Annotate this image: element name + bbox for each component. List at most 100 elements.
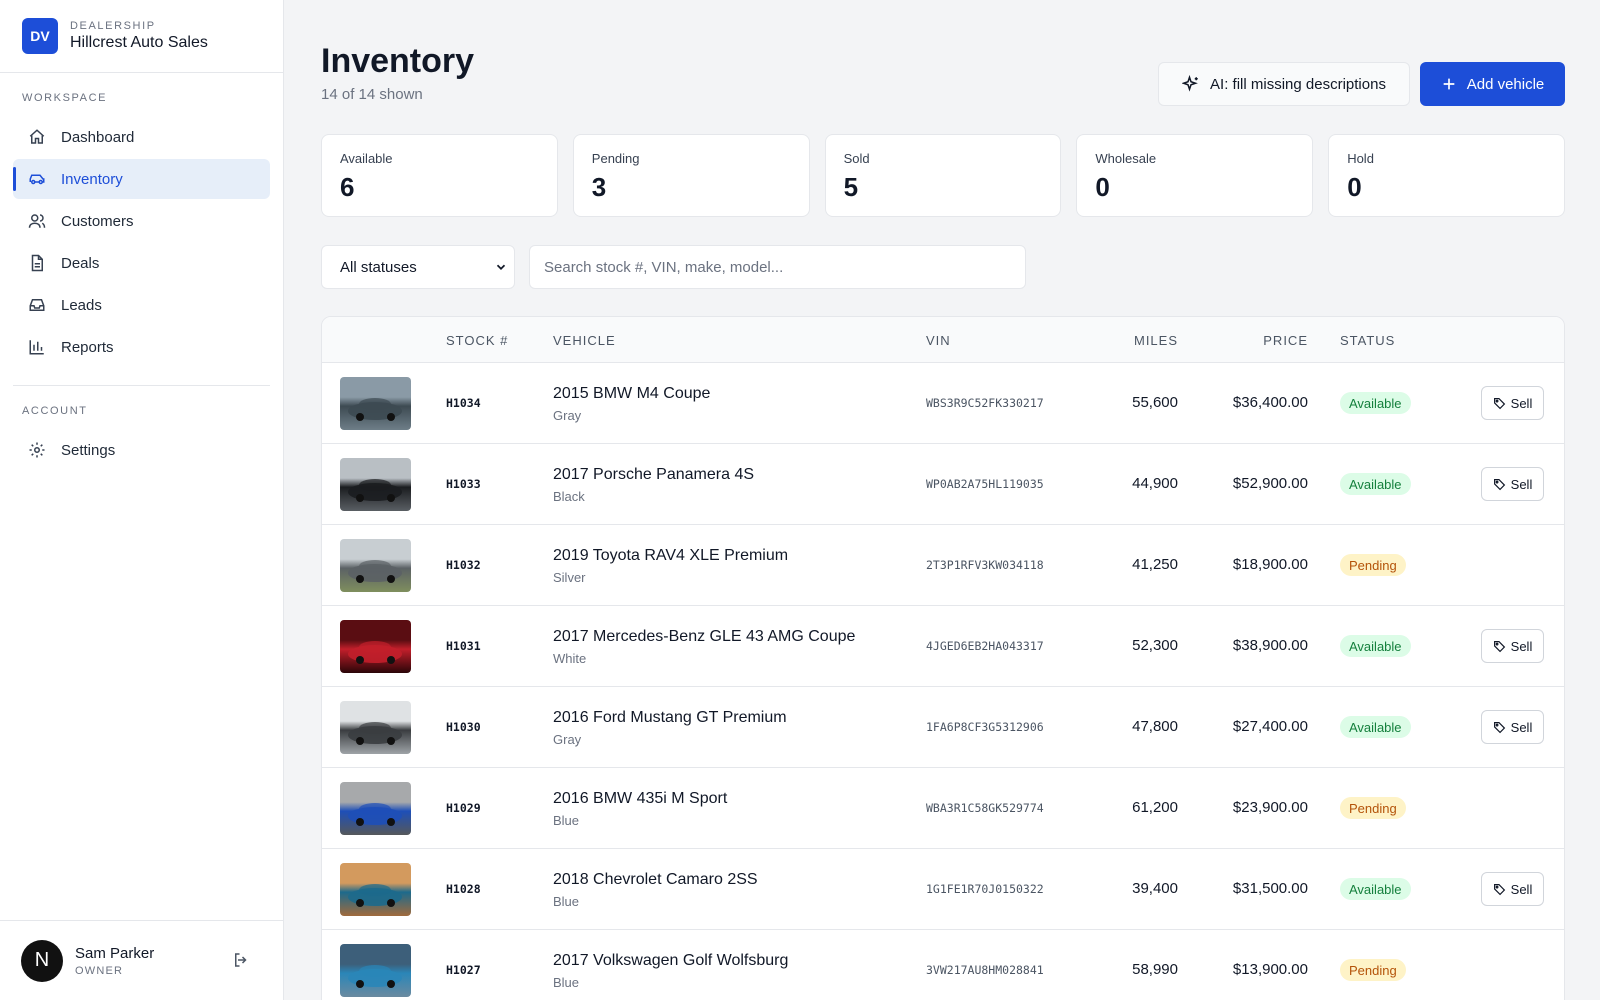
table-row[interactable]: H1032 2019 Toyota RAV4 XLE Premium Silver 2…	[322, 525, 1564, 606]
sell-label: Sell	[1510, 719, 1533, 735]
add-vehicle-button[interactable]: Add vehicle	[1420, 62, 1565, 106]
card-value: 3	[591, 172, 607, 202]
table-row[interactable]: H1027 2017 Volkswagen Golf Wolfsburg Blue 3…	[322, 930, 1564, 1000]
vehicle-color: Blue	[553, 813, 580, 828]
vehicle-cell[interactable]: 2017 Porsche Panamera 4S Black	[553, 466, 754, 504]
vehicle-cell[interactable]: 2016 Ford Mustang GT Premium Gray	[553, 709, 787, 747]
price: $23,900.00	[1232, 799, 1308, 816]
sell-label: Sell	[1510, 638, 1533, 654]
table-row[interactable]: H1029 2016 BMW 435i M Sport Blue WBA3R1C58G…	[322, 768, 1564, 849]
vehicle-thumbnail[interactable]	[340, 782, 411, 835]
sidebar-item-label: Customers	[61, 212, 134, 230]
table-row[interactable]: H1033 2017 Porsche Panamera 4S Black WP0AB2…	[322, 444, 1564, 525]
vehicle-thumbnail[interactable]	[340, 701, 411, 754]
sidebar-item-settings[interactable]: Settings	[13, 430, 270, 470]
summary-card-hold: Hold 0	[1328, 134, 1565, 217]
workspace-nav: Dashboard Inventory Customers Deals Lead…	[0, 117, 283, 367]
vehicle-name: 2019 Toyota RAV4 XLE Premium	[553, 547, 789, 564]
user-profile[interactable]: N Sam Parker OWNER	[0, 920, 283, 1000]
summary-card-available: Available 6	[321, 134, 558, 217]
status-badge: Pending	[1340, 554, 1406, 576]
logout-icon[interactable]	[232, 951, 252, 971]
vehicle-name: 2015 BMW M4 Coupe	[553, 385, 711, 402]
price: $36,400.00	[1232, 394, 1308, 411]
vehicle-thumbnail[interactable]	[340, 539, 411, 592]
sell-button[interactable]: Sell	[1481, 467, 1544, 501]
tag-icon	[1493, 640, 1506, 653]
vehicle-thumbnail[interactable]	[340, 944, 411, 997]
sidebar-item-dashboard[interactable]: Dashboard	[13, 117, 270, 157]
card-value: 5	[843, 172, 859, 202]
chevron-down-icon	[494, 260, 508, 278]
summary-cards: Available 6 Pending 3 Sold 5 Wholesale 0…	[321, 134, 1565, 217]
vehicle-thumbnail[interactable]	[340, 458, 411, 511]
sparkle-icon	[1182, 75, 1200, 93]
table-row[interactable]: H1030 2016 Ford Mustang GT Premium Gray 1FA…	[322, 687, 1564, 768]
vehicle-color: Blue	[553, 894, 580, 909]
vehicle-name: 2016 Ford Mustang GT Premium	[553, 709, 787, 726]
vin: 4JGED6EB2HA043317	[926, 639, 1044, 653]
vehicle-cell[interactable]: 2017 Mercedes-Benz GLE 43 AMG Coupe White	[553, 628, 855, 666]
miles: 41,250	[1132, 556, 1178, 573]
card-label: Sold	[843, 151, 870, 166]
tag-icon	[1493, 721, 1506, 734]
tag-icon	[1493, 883, 1506, 896]
column-header-vin[interactable]: VIN	[926, 333, 951, 348]
column-header-status[interactable]: STATUS	[1340, 333, 1395, 348]
vin: 2T3P1RFV3KW034118	[926, 558, 1044, 572]
gear-icon	[27, 440, 47, 460]
avatar: N	[21, 939, 63, 982]
sidebar-item-inventory[interactable]: Inventory	[13, 159, 270, 199]
status-badge: Available	[1340, 716, 1411, 738]
sidebar-item-label: Leads	[61, 296, 102, 314]
sell-button[interactable]: Sell	[1481, 629, 1544, 663]
vehicle-color: Silver	[553, 570, 586, 585]
column-header-vehicle[interactable]: VEHICLE	[553, 333, 616, 348]
vehicle-thumbnail[interactable]	[340, 377, 411, 430]
column-header-stock[interactable]: STOCK #	[446, 333, 508, 348]
vehicle-cell[interactable]: 2017 Volkswagen Golf Wolfsburg Blue	[553, 952, 788, 990]
sidebar-item-label: Settings	[61, 441, 116, 459]
sell-button[interactable]: Sell	[1481, 386, 1544, 420]
sidebar-item-deals[interactable]: Deals	[13, 243, 270, 283]
ai-button-label: AI: fill missing descriptions	[1210, 75, 1386, 93]
home-icon	[27, 127, 47, 147]
status-badge: Available	[1340, 473, 1411, 495]
vehicle-color: Gray	[553, 732, 582, 747]
vehicle-name: 2017 Mercedes-Benz GLE 43 AMG Coupe	[553, 628, 856, 645]
status-badge: Available	[1340, 392, 1411, 414]
brand-logo: DV	[22, 18, 58, 54]
vehicle-cell[interactable]: 2016 BMW 435i M Sport Blue	[553, 790, 727, 828]
vin: 1G1FE1R70J0150322	[926, 882, 1044, 896]
sell-button[interactable]: Sell	[1481, 872, 1544, 906]
column-header-miles[interactable]: MILES	[1134, 333, 1178, 348]
brand-eyebrow: DEALERSHIP	[70, 20, 156, 32]
miles: 44,900	[1132, 475, 1178, 492]
summary-card-wholesale: Wholesale 0	[1076, 134, 1314, 217]
sell-button[interactable]: Sell	[1481, 710, 1544, 744]
vehicle-thumbnail[interactable]	[340, 863, 411, 916]
vehicle-name: 2017 Porsche Panamera 4S	[553, 466, 755, 483]
vehicle-cell[interactable]: 2018 Chevrolet Camaro 2SS Blue	[553, 871, 758, 909]
price: $38,900.00	[1232, 637, 1308, 654]
vehicle-thumbnail[interactable]	[340, 620, 411, 673]
search-input[interactable]	[529, 245, 1026, 289]
brand[interactable]: DV DEALERSHIP Hillcrest Auto Sales	[0, 0, 283, 73]
status-filter-select[interactable]: All statuses	[321, 245, 515, 289]
vehicle-cell[interactable]: 2019 Toyota RAV4 XLE Premium Silver	[553, 547, 788, 585]
sidebar-item-leads[interactable]: Leads	[13, 285, 270, 325]
sidebar-item-label: Deals	[61, 254, 100, 272]
user-name: Sam Parker	[75, 944, 155, 962]
table-row[interactable]: H1031 2017 Mercedes-Benz GLE 43 AMG Coupe…	[322, 606, 1564, 687]
table-row[interactable]: H1028 2018 Chevrolet Camaro 2SS Blue 1G1FE1…	[322, 849, 1564, 930]
column-header-price[interactable]: PRICE	[1263, 333, 1308, 348]
sidebar-item-reports[interactable]: Reports	[13, 327, 270, 367]
sidebar-item-customers[interactable]: Customers	[13, 201, 270, 241]
vehicle-cell[interactable]: 2015 BMW M4 Coupe Gray	[553, 385, 710, 423]
brand-name: Hillcrest Auto Sales	[70, 34, 208, 51]
price: $52,900.00	[1232, 475, 1308, 492]
vehicle-color: Black	[553, 489, 585, 504]
ai-fill-descriptions-button[interactable]: AI: fill missing descriptions	[1158, 62, 1410, 106]
table-header: STOCK # VEHICLE VIN MILES PRICE STATUS	[322, 317, 1564, 363]
table-row[interactable]: H1034 2015 BMW M4 Coupe Gray WBS3R9C52FK330…	[322, 363, 1564, 444]
